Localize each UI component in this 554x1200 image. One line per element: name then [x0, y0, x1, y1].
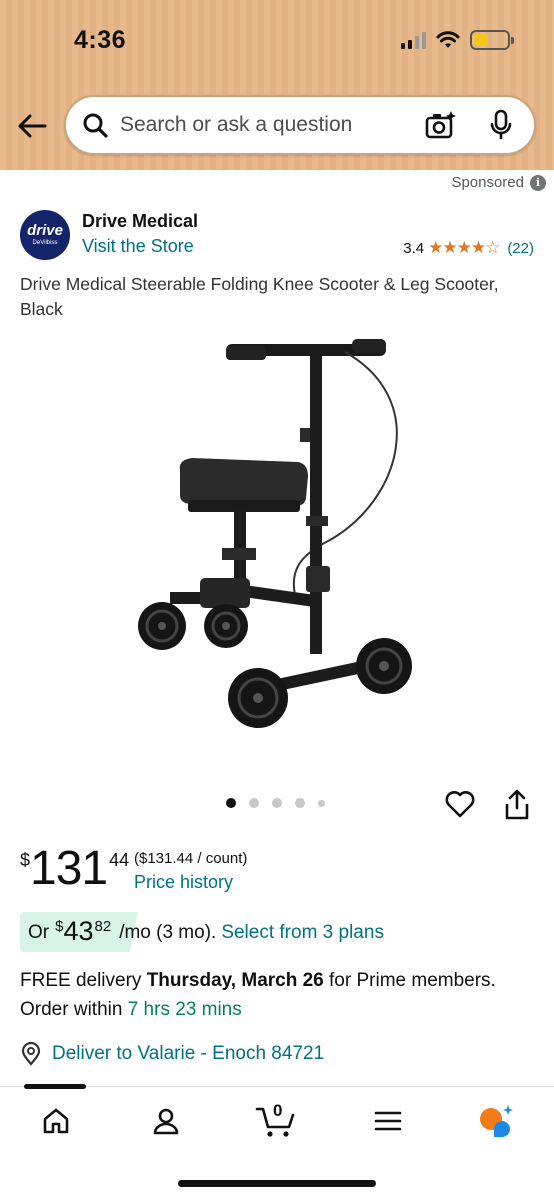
rating-count[interactable]: (22)	[507, 240, 534, 257]
home-indicator-bar	[178, 1180, 376, 1187]
monthly-term: /mo (3 mo).	[119, 922, 217, 943]
camera-search-icon[interactable]	[424, 108, 458, 142]
wheel-front-right	[356, 638, 412, 694]
nav-home[interactable]	[34, 1101, 78, 1141]
wheel-rear-right	[204, 604, 248, 648]
monthly-payment: Or $ 43 82 /mo (3 mo). Select from 3 pla…	[28, 914, 384, 948]
image-carousel-dots[interactable]	[226, 798, 325, 808]
carousel-dot[interactable]	[249, 798, 259, 808]
status-time: 4:36	[74, 26, 127, 54]
brand-name: Drive Medical	[82, 211, 199, 231]
price: $ 131 44	[20, 844, 129, 894]
price-fraction: 44	[109, 850, 130, 870]
price-whole: 131	[30, 842, 108, 895]
deliver-to-text[interactable]: Deliver to Valarie - Enoch 84721	[52, 1043, 324, 1065]
unit-price: ($131.44 / count)	[134, 850, 248, 867]
nav-rufus[interactable]	[474, 1101, 518, 1141]
monthly-symbol: $	[55, 918, 64, 935]
carousel-dot[interactable]	[318, 799, 325, 807]
brand-logo-word: drive	[27, 221, 63, 239]
back-arrow-icon[interactable]	[14, 108, 50, 144]
select-plans-link[interactable]: Select from 3 plans	[221, 922, 384, 944]
product-image[interactable]	[130, 330, 420, 750]
carousel-dot[interactable]	[226, 798, 236, 808]
carousel-dot[interactable]	[295, 798, 305, 808]
star-rating-icon: ★★★★☆	[428, 238, 500, 257]
cart-count: 0	[273, 1101, 283, 1120]
cellular-signal-icon	[401, 31, 426, 49]
price-history-link[interactable]: Price history	[134, 872, 233, 893]
product-title: Drive Medical Steerable Folding Knee Sco…	[20, 274, 499, 319]
deliver-to-location[interactable]: Deliver to Valarie - Enoch 84721	[20, 1042, 324, 1066]
heart-icon[interactable]	[444, 788, 476, 820]
sponsored-label[interactable]: Sponsored i	[451, 174, 546, 191]
carousel-dot[interactable]	[272, 798, 282, 808]
price-symbol: $	[20, 850, 31, 870]
search-bar[interactable]	[64, 95, 536, 155]
visit-store-link[interactable]: Visit the Store	[82, 236, 194, 257]
wifi-icon	[436, 31, 460, 48]
brand-logo-sub: DeVilbiss	[32, 239, 58, 246]
status-bar: 4:36	[0, 0, 554, 80]
wheel-front-left	[228, 668, 288, 728]
active-tab-indicator	[24, 1084, 86, 1089]
delivery-date: Thursday, March 26	[146, 970, 324, 991]
nav-menu[interactable]	[366, 1101, 410, 1141]
rufus-icon	[480, 1105, 513, 1137]
status-icons	[401, 30, 514, 50]
rating-summary[interactable]: 3.4 ★★★★☆ (22)	[403, 238, 534, 258]
menu-icon	[374, 1111, 402, 1131]
search-icon	[80, 110, 110, 140]
sponsored-text: Sponsored	[451, 174, 524, 191]
delivery-prefix: FREE delivery	[20, 970, 147, 991]
location-pin-icon	[21, 1042, 41, 1066]
order-countdown: 7 hrs 23 mins	[127, 999, 242, 1020]
monthly-fraction: 82	[94, 918, 112, 935]
nav-cart[interactable]: 0	[254, 1101, 298, 1141]
app-header: 4:36	[0, 0, 554, 170]
delivery-message: FREE delivery Thursday, March 26 for Pri…	[20, 966, 540, 1024]
microphone-icon[interactable]	[484, 108, 518, 142]
nav-account[interactable]	[144, 1101, 188, 1141]
home-icon	[43, 1108, 69, 1134]
battery-icon	[470, 30, 514, 50]
wheel-rear-left	[138, 602, 186, 650]
search-input[interactable]	[120, 113, 424, 137]
info-icon[interactable]: i	[530, 174, 546, 191]
account-icon	[153, 1108, 179, 1135]
rating-value: 3.4	[403, 239, 425, 257]
brand-logo[interactable]: drive DeVilbiss	[20, 210, 70, 260]
monthly-whole: 43	[63, 916, 94, 946]
share-icon[interactable]	[502, 788, 532, 822]
monthly-prefix: Or	[28, 922, 50, 943]
